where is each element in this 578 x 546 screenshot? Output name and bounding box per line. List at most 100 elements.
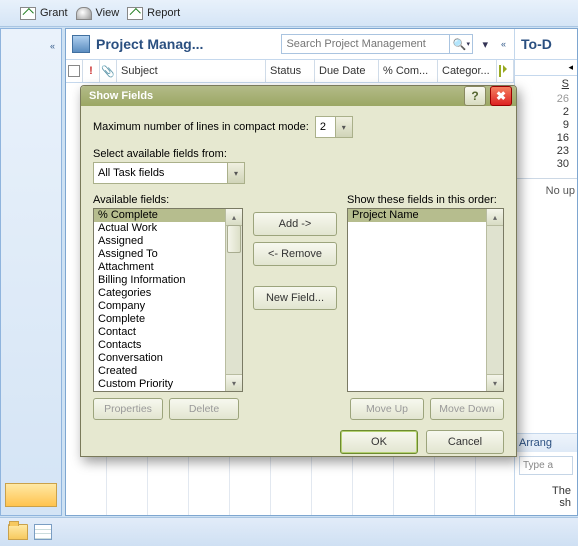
available-listbox[interactable]: % CompleteActual WorkAssignedAssigned To… (93, 208, 243, 392)
bottom-bar (0, 517, 578, 546)
grid-header: ! 📎 Subject Status Due Date % Com... Cat… (66, 60, 514, 83)
task-icon (68, 65, 80, 77)
chevron-left-icon[interactable]: ◂ (568, 62, 573, 73)
movedown-button[interactable]: Move Down (430, 398, 504, 420)
col-status[interactable]: Status (266, 60, 315, 82)
cal-day[interactable]: 26 (557, 93, 569, 105)
scroll-down-icon[interactable]: ▾ (225, 374, 243, 392)
collapse-right-icon[interactable]: « (497, 39, 508, 49)
list-item[interactable]: Complete (94, 313, 225, 326)
col-categories[interactable]: Categor... (438, 60, 497, 82)
col-attachment[interactable]: 📎 (100, 60, 117, 82)
list-item[interactable]: Company (94, 300, 225, 313)
arrange-header[interactable]: Arrang (515, 434, 577, 452)
scrollbar[interactable]: ▴ ▾ (486, 209, 503, 391)
list-item[interactable]: Custom Priority (94, 378, 225, 391)
moveup-button[interactable]: Move Up (350, 398, 424, 420)
report-button[interactable]: Report (127, 7, 180, 20)
col-complete[interactable]: % Com... (379, 60, 438, 82)
todo-bar: To-D ◂ S 26 2 9 16 23 30 No up Arrang Ty… (515, 29, 577, 515)
empty-msg: The sh (515, 479, 577, 515)
scroll-thumb[interactable] (227, 225, 241, 253)
cal-day[interactable]: 30 (557, 158, 569, 170)
view-switch-icon[interactable] (34, 524, 52, 540)
grant-icon (20, 7, 36, 20)
list-item[interactable]: Assigned To (94, 248, 225, 261)
folder-view-icon (72, 35, 90, 53)
cancel-button[interactable]: Cancel (426, 430, 504, 454)
list-item[interactable]: Attachment (94, 261, 225, 274)
search-button[interactable]: 🔍 ▾ (449, 35, 472, 53)
dialog-titlebar[interactable]: Show Fields ? ✖ (81, 86, 516, 106)
col-subject[interactable]: Subject (117, 60, 266, 82)
list-item[interactable]: Assigned (94, 235, 225, 248)
list-item[interactable]: Categories (94, 287, 225, 300)
chevron-down-icon: ▾ (227, 163, 244, 183)
help-button[interactable]: ? (464, 86, 486, 106)
maxlines-row: Maximum number of lines in compact mode:… (93, 116, 504, 138)
scroll-up-icon[interactable]: ▴ (486, 208, 504, 226)
grant-label: Grant (40, 7, 68, 19)
view-button[interactable]: View (76, 7, 120, 20)
add-button[interactable]: Add -> (253, 212, 337, 236)
cal-day[interactable]: 16 (557, 132, 569, 144)
dialog-body: Maximum number of lines in compact mode:… (81, 106, 516, 462)
close-button[interactable]: ✖ (490, 86, 512, 106)
ok-cancel-row: OK Cancel (93, 430, 504, 454)
search-box[interactable]: 🔍 ▾ (281, 34, 473, 54)
view-label: View (96, 7, 120, 19)
list-item[interactable]: Contacts (94, 339, 225, 352)
panel-options-dropdown[interactable]: ▾ (479, 38, 491, 51)
scrollbar[interactable]: ▴ ▾ (225, 209, 242, 391)
ok-button[interactable]: OK (340, 430, 418, 454)
remove-button[interactable]: <- Remove (253, 242, 337, 266)
maxlines-label: Maximum number of lines in compact mode: (93, 121, 309, 133)
calendar-column[interactable]: S 26 2 9 16 23 30 (515, 76, 577, 178)
todo-sub: ◂ (515, 60, 577, 76)
importance-icon: ! (89, 65, 93, 77)
middle-buttons: Add -> <- Remove New Field... (251, 194, 339, 420)
col-icon[interactable] (66, 60, 83, 82)
col-importance[interactable]: ! (83, 60, 100, 82)
delete-button[interactable]: Delete (169, 398, 239, 420)
shown-listbox[interactable]: Project Name ▴ ▾ (347, 208, 504, 392)
maxlines-select[interactable]: 2 ▾ (315, 116, 353, 138)
scroll-up-icon[interactable]: ▴ (225, 208, 243, 226)
type-new-task[interactable]: Type a (519, 456, 573, 475)
list-item[interactable]: Contact (94, 326, 225, 339)
flag-icon (499, 65, 511, 77)
no-upcoming-label: No up (515, 178, 577, 203)
search-input[interactable] (282, 38, 449, 50)
maxlines-value: 2 (316, 121, 335, 133)
todo-title: To-D (515, 29, 577, 60)
available-buttons: Properties Delete (93, 398, 243, 420)
cal-day[interactable]: 9 (563, 119, 569, 131)
select-from-value: All Task fields (94, 167, 227, 179)
folder-icon[interactable] (8, 524, 28, 540)
col-flag[interactable] (497, 60, 514, 82)
nav-item-tasks[interactable] (5, 483, 57, 507)
arrange-section: Arrang Type a The sh (515, 433, 577, 515)
list-item[interactable]: Actual Work (94, 222, 225, 235)
grant-button[interactable]: Grant (20, 7, 68, 20)
col-duedate[interactable]: Due Date (315, 60, 379, 82)
list-item[interactable]: % Complete (94, 209, 225, 222)
panel-title: Project Manag... (96, 36, 275, 52)
cal-day[interactable]: 2 (563, 106, 569, 118)
panel-header: Project Manag... 🔍 ▾ ▾ « (66, 29, 514, 60)
cal-day[interactable]: 23 (557, 145, 569, 157)
properties-button[interactable]: Properties (93, 398, 163, 420)
list-item[interactable]: Created (94, 365, 225, 378)
select-from-dropdown[interactable]: All Task fields ▾ (93, 162, 245, 184)
new-field-button[interactable]: New Field... (253, 286, 337, 310)
scroll-down-icon[interactable]: ▾ (486, 374, 504, 392)
search-icon: 🔍 (453, 38, 467, 51)
cal-weekday: S (562, 78, 569, 90)
list-item[interactable]: Project Name (348, 209, 486, 222)
select-from-label: Select available fields from: (93, 148, 504, 160)
expand-nav-icon[interactable]: « (50, 41, 53, 51)
list-item[interactable]: Billing Information (94, 274, 225, 287)
grid-lines (66, 455, 514, 515)
available-column: Available fields: % CompleteActual WorkA… (93, 194, 243, 420)
list-item[interactable]: Conversation (94, 352, 225, 365)
